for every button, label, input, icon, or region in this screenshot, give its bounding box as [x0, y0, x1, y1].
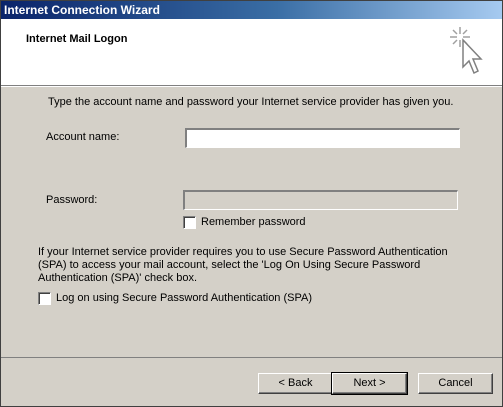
intro-text: Type the account name and password your … — [48, 96, 454, 108]
remember-password-checkbox[interactable] — [183, 216, 196, 229]
wizard-window: Internet Connection Wizard Internet Mail… — [0, 0, 503, 407]
window-title: Internet Connection Wizard — [4, 3, 160, 17]
wizard-wand-icon — [450, 27, 483, 75]
back-button[interactable]: < Back — [258, 373, 333, 394]
wizard-header: Internet Mail Logon — [1, 19, 502, 85]
password-input[interactable] — [183, 190, 458, 210]
account-name-label: Account name: — [46, 131, 120, 143]
page-title: Internet Mail Logon — [26, 33, 128, 45]
title-bar[interactable]: Internet Connection Wizard — [1, 1, 502, 19]
remember-password-label[interactable]: Remember password — [201, 216, 306, 228]
spa-checkbox-label[interactable]: Log on using Secure Password Authenticat… — [56, 292, 312, 304]
spa-checkbox[interactable] — [38, 292, 51, 305]
footer-divider — [1, 357, 502, 358]
account-name-input[interactable] — [185, 128, 460, 148]
password-label: Password: — [46, 194, 98, 206]
header-divider-highlight — [1, 86, 502, 87]
next-button[interactable]: Next > — [331, 372, 408, 395]
cancel-button[interactable]: Cancel — [418, 373, 493, 394]
spa-description: If your Internet service provider requir… — [38, 246, 448, 284]
